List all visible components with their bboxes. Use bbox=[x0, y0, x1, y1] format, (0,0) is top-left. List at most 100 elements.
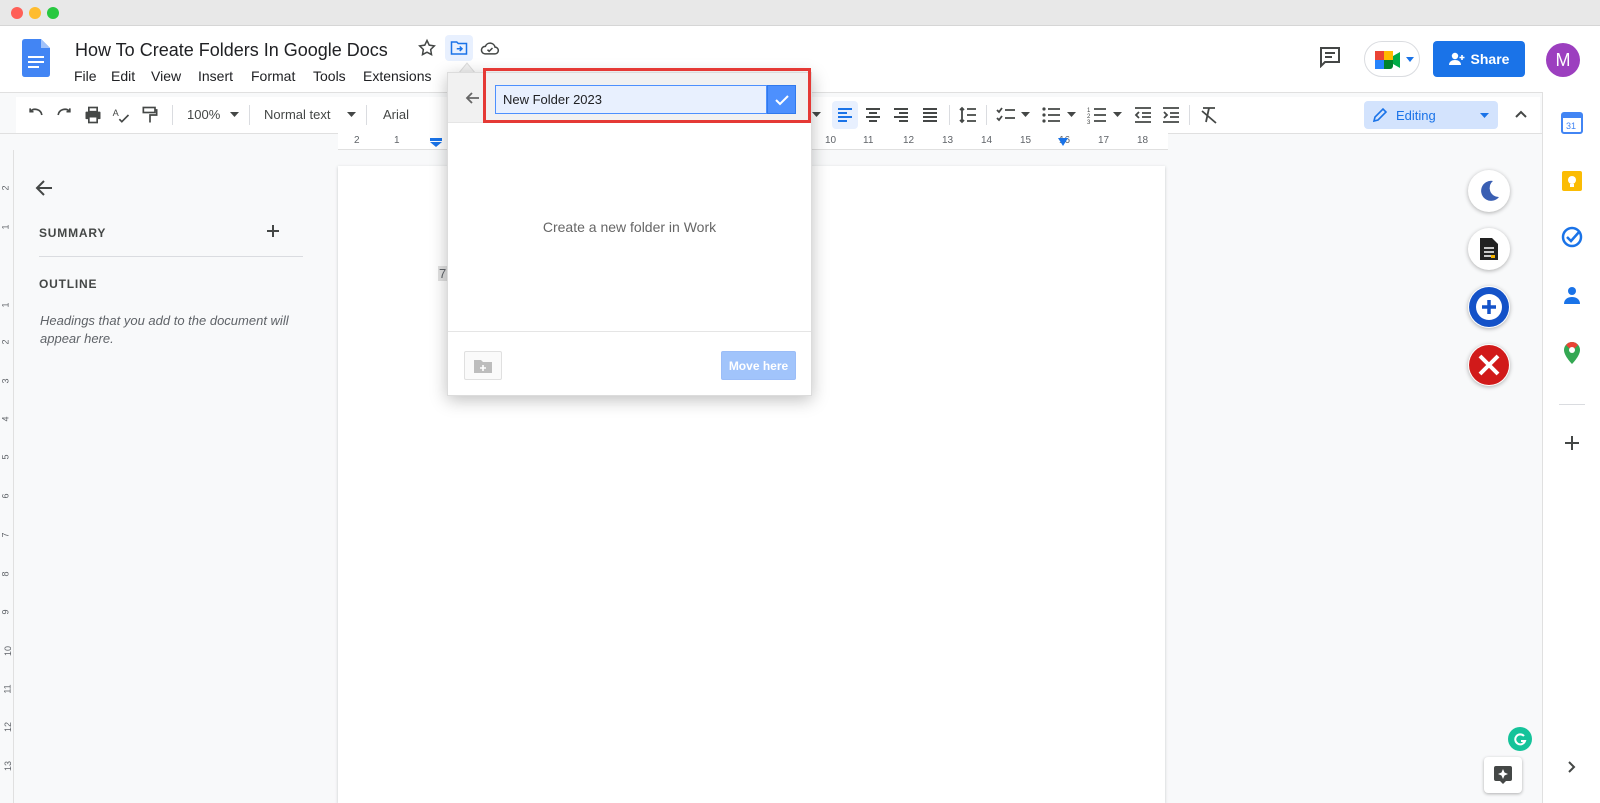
ruler-label: 13 bbox=[942, 135, 954, 146]
menu-insert[interactable]: Insert bbox=[198, 68, 233, 84]
ruler-label: 7 bbox=[0, 532, 11, 538]
editing-mode-button[interactable]: Editing bbox=[1364, 101, 1498, 129]
toolbar-separator bbox=[249, 105, 250, 125]
back-arrow-icon[interactable] bbox=[34, 178, 54, 198]
keep-icon[interactable] bbox=[1561, 170, 1583, 192]
add-summary-icon[interactable] bbox=[266, 224, 280, 238]
indent-marker-icon[interactable] bbox=[430, 138, 442, 147]
ruler-label: 18 bbox=[1137, 135, 1149, 146]
outline-divider bbox=[39, 256, 303, 257]
close-circle-button[interactable] bbox=[1468, 344, 1510, 386]
editing-mode-label: Editing bbox=[1396, 108, 1436, 123]
numbered-list-icon[interactable]: 123 bbox=[1087, 105, 1107, 125]
dialog-hint: Create a new folder in Work bbox=[542, 219, 717, 235]
font-select[interactable]: Arial bbox=[383, 107, 409, 122]
ruler-label: 2 bbox=[0, 339, 11, 345]
increase-indent-icon[interactable] bbox=[1161, 105, 1181, 125]
ruler-label: 12 bbox=[3, 721, 14, 733]
chevron-up-icon[interactable] bbox=[1514, 107, 1528, 121]
dialog-footer: Move here bbox=[448, 331, 811, 395]
page-text-fragment: 7 bbox=[438, 266, 448, 281]
ruler-label: 14 bbox=[981, 135, 993, 146]
grammarly-icon[interactable] bbox=[1508, 727, 1532, 751]
chevron-down-icon bbox=[1021, 112, 1030, 117]
chevron-right-icon[interactable] bbox=[1567, 760, 1577, 774]
redo-icon[interactable] bbox=[54, 105, 74, 125]
undo-icon[interactable] bbox=[26, 105, 46, 125]
ruler-label: 6 bbox=[0, 493, 11, 499]
align-justify-icon[interactable] bbox=[921, 106, 939, 124]
paint-format-icon[interactable] bbox=[140, 105, 160, 125]
minimize-window-button[interactable] bbox=[29, 7, 41, 19]
document-title[interactable]: How To Create Folders In Google Docs bbox=[75, 40, 388, 61]
explore-button[interactable] bbox=[1484, 757, 1522, 793]
ruler-label: 8 bbox=[0, 571, 11, 577]
add-circle-button[interactable] bbox=[1468, 286, 1510, 328]
decrease-indent-icon[interactable] bbox=[1133, 105, 1153, 125]
align-left-button[interactable] bbox=[832, 101, 858, 129]
tasks-icon[interactable] bbox=[1561, 226, 1583, 248]
spellcheck-icon[interactable]: A bbox=[111, 105, 131, 125]
meet-button[interactable] bbox=[1364, 41, 1420, 77]
print-icon[interactable] bbox=[83, 105, 103, 125]
paragraph-style-select[interactable]: Normal text bbox=[264, 107, 330, 122]
cloud-status-icon[interactable] bbox=[480, 39, 500, 57]
right-indent-marker-icon[interactable] bbox=[1058, 138, 1068, 146]
side-panel: 31 bbox=[1542, 92, 1600, 803]
maps-icon[interactable] bbox=[1562, 341, 1582, 365]
menu-extensions[interactable]: Extensions bbox=[363, 68, 431, 84]
new-folder-icon bbox=[474, 359, 492, 373]
line-spacing-icon[interactable] bbox=[958, 105, 978, 125]
meet-icon bbox=[1375, 51, 1401, 69]
ruler-label: 1 bbox=[0, 224, 11, 230]
ruler-label: 13 bbox=[3, 760, 14, 772]
ruler-label: 11 bbox=[863, 135, 874, 146]
ruler-label: 4 bbox=[0, 416, 11, 422]
zoom-select[interactable]: 100% bbox=[187, 107, 220, 122]
menu-file[interactable]: File bbox=[74, 68, 97, 84]
clear-formatting-icon[interactable] bbox=[1199, 105, 1219, 125]
back-arrow-icon[interactable] bbox=[464, 90, 480, 106]
avatar[interactable]: M bbox=[1546, 43, 1580, 77]
chevron-down-icon bbox=[230, 112, 239, 117]
checklist-icon[interactable] bbox=[996, 105, 1016, 125]
close-circle-icon bbox=[1468, 344, 1510, 386]
ruler-label: 5 bbox=[0, 454, 11, 460]
ruler-label: 1 bbox=[394, 135, 400, 146]
ruler-label: 10 bbox=[825, 135, 837, 146]
bulleted-list-icon[interactable] bbox=[1041, 105, 1061, 125]
move-folder-icon[interactable] bbox=[445, 35, 473, 61]
svg-text:A: A bbox=[113, 108, 120, 118]
star-icon[interactable] bbox=[417, 38, 437, 58]
align-right-icon[interactable] bbox=[892, 106, 910, 124]
align-center-icon[interactable] bbox=[864, 106, 882, 124]
menu-edit[interactable]: Edit bbox=[111, 68, 135, 84]
share-button[interactable]: Share bbox=[1433, 41, 1525, 77]
outline-hint: Headings that you add to the document wi… bbox=[40, 313, 289, 346]
menu-format[interactable]: Format bbox=[251, 68, 295, 84]
side-panel-divider bbox=[1559, 404, 1585, 405]
ruler-label: 1 bbox=[0, 302, 11, 308]
ruler-label: 10 bbox=[3, 645, 14, 657]
dark-mode-button[interactable] bbox=[1468, 170, 1510, 212]
move-here-button[interactable]: Move here bbox=[721, 351, 796, 380]
chevron-down-icon bbox=[812, 112, 821, 117]
contacts-icon[interactable] bbox=[1561, 284, 1583, 306]
ruler-label: 2 bbox=[354, 135, 360, 146]
new-folder-button[interactable] bbox=[464, 351, 502, 380]
chevron-down-icon bbox=[1067, 112, 1076, 117]
close-window-button[interactable] bbox=[11, 7, 23, 19]
maximize-window-button[interactable] bbox=[47, 7, 59, 19]
menu-tools[interactable]: Tools bbox=[313, 68, 346, 84]
toolbar-separator bbox=[949, 105, 950, 125]
toolbar-separator bbox=[986, 105, 987, 125]
docs-logo-icon[interactable] bbox=[22, 39, 50, 77]
comments-icon[interactable] bbox=[1318, 46, 1342, 68]
menu-view[interactable]: View bbox=[151, 68, 181, 84]
add-addon-icon[interactable] bbox=[1564, 435, 1580, 451]
document-extension-button[interactable] bbox=[1468, 228, 1510, 270]
calendar-icon[interactable]: 31 bbox=[1561, 112, 1583, 134]
vertical-ruler[interactable]: 2 1 1 2 3 4 5 6 7 8 9 10 11 12 13 bbox=[0, 150, 14, 803]
highlight-annotation bbox=[483, 68, 811, 123]
ruler-label: 9 bbox=[0, 609, 11, 615]
